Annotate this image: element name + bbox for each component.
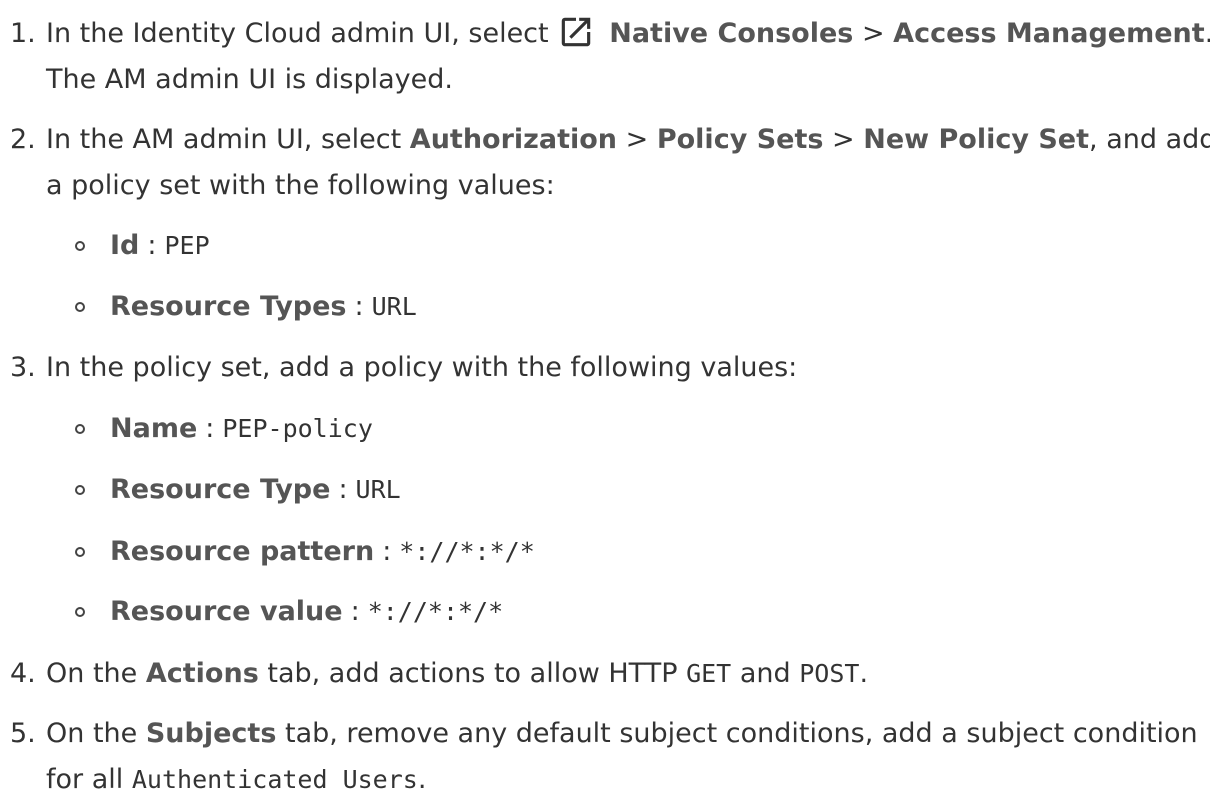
bullet-icon xyxy=(75,607,85,617)
list-item: Resource pattern: *://*:*/* xyxy=(110,536,535,567)
step-text: In the AM admin UI, select xyxy=(46,124,402,155)
list-item: Resource value: *://*:*/* xyxy=(110,596,504,627)
field-label: Name xyxy=(110,413,198,444)
field-label: Id xyxy=(110,230,140,261)
nav-native-consoles: Native Consoles xyxy=(609,18,854,49)
field-value: *://*:*/* xyxy=(367,597,504,626)
bullet-icon xyxy=(75,241,85,251)
step-text: In the Identity Cloud admin UI, select xyxy=(46,18,549,49)
instructions-document: 1. In the Identity Cloud admin UI, selec… xyxy=(0,0,1210,795)
nav-new-policy-set: New Policy Set xyxy=(863,124,1090,155)
list-item: Name: PEP-policy xyxy=(110,413,373,444)
step-number: 3. xyxy=(10,352,36,383)
list-item: Resource Types: URL xyxy=(110,291,417,322)
step-text: a policy set with the following values: xyxy=(46,170,555,201)
list-item: Resource Type: URL xyxy=(110,474,401,505)
step-number: 5. xyxy=(10,718,36,749)
step-number: 2. xyxy=(10,124,36,155)
external-link-icon xyxy=(561,17,591,46)
separator: > xyxy=(625,124,649,155)
step-text: for all xyxy=(46,764,124,795)
field-value: URL xyxy=(371,292,417,321)
code-authenticated-users: Authenticated Users xyxy=(131,765,418,794)
step-text: tab, add actions to allow HTTP xyxy=(267,658,678,689)
field-label: Resource Types xyxy=(110,291,347,322)
bullet-icon xyxy=(75,302,85,312)
separator: > xyxy=(832,124,855,155)
field-label: Resource pattern xyxy=(110,536,375,567)
step-number: 4. xyxy=(10,658,36,689)
field-value: PEP-policy xyxy=(222,414,373,443)
field-label: Resource value xyxy=(110,596,343,627)
step-text: The AM admin UI is displayed. xyxy=(46,64,453,95)
bullet-icon xyxy=(75,547,85,557)
code-get: GET xyxy=(686,659,732,688)
field-value: URL xyxy=(355,475,401,504)
separator: > xyxy=(861,18,885,49)
bullet-icon xyxy=(75,485,85,495)
step-text: On the xyxy=(46,718,138,749)
field-label: Resource Type xyxy=(110,474,331,505)
tab-actions: Actions xyxy=(145,658,259,689)
nav-authorization: Authorization xyxy=(409,124,618,155)
code-post: POST xyxy=(799,659,860,688)
nav-policy-sets: Policy Sets xyxy=(656,124,824,155)
tab-subjects: Subjects xyxy=(145,718,277,749)
field-value: *://*:*/* xyxy=(399,537,535,566)
step-text: tab, remove any default subject conditio… xyxy=(285,718,1198,749)
step-number: 1. xyxy=(10,18,36,49)
list-item: Id: PEP xyxy=(110,230,210,261)
step-text: On the xyxy=(46,658,138,689)
field-value: PEP xyxy=(164,231,210,260)
nav-access-management: Access Management xyxy=(893,18,1205,49)
bullet-icon xyxy=(75,424,85,434)
step-text: In the policy set, add a policy with the… xyxy=(46,352,798,383)
